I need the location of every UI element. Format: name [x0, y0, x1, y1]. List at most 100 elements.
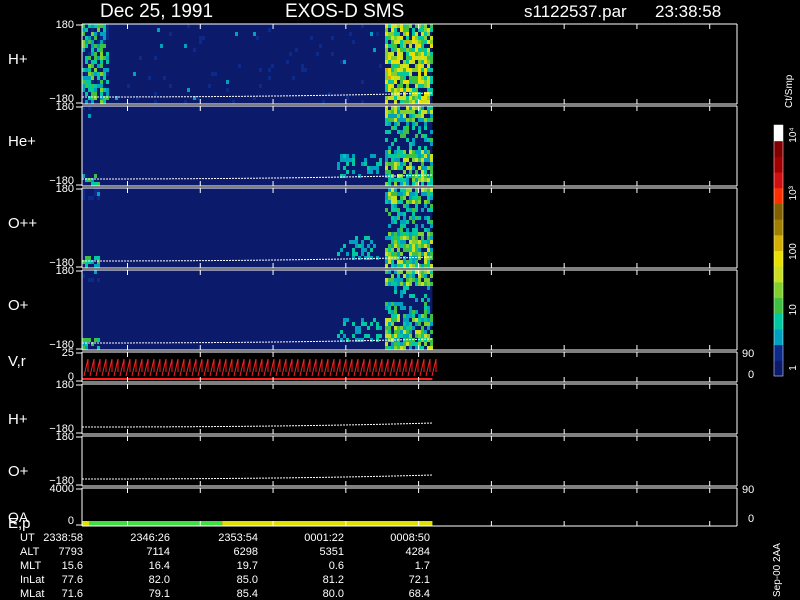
spectrogram-cell [397, 114, 400, 118]
spectrogram-cell [406, 244, 409, 248]
spectrogram-cell [412, 294, 415, 298]
spectrogram-cell [418, 64, 421, 68]
spectrogram-cell [301, 64, 304, 68]
spectrogram-cell [424, 150, 427, 154]
spectrogram-cell [100, 36, 103, 40]
spectrogram-cell [424, 264, 427, 268]
spectrogram-cell [379, 162, 382, 166]
spectrogram-cell [400, 118, 403, 122]
spectrogram-cell [418, 240, 421, 244]
colorbar-swatch [774, 344, 783, 361]
panel-5: H+180−180 [8, 379, 738, 435]
spectrogram-cell [409, 232, 412, 236]
spectrogram-cell [421, 110, 424, 114]
spectrogram-cell [430, 322, 433, 326]
spectrogram-cell [100, 80, 103, 84]
spectrogram-cell [400, 282, 403, 286]
spectrogram-cell [427, 118, 430, 122]
spectrogram-cell [343, 166, 346, 170]
spectrogram-cell [400, 270, 403, 274]
spectrogram-cell [427, 346, 430, 350]
spectrogram-cell [187, 24, 190, 28]
spectrogram-cell [418, 158, 421, 162]
spectrogram-cell [169, 32, 172, 36]
spectrogram-cell [403, 126, 406, 130]
spectrogram-cell [391, 24, 394, 28]
spectrogram-cell [385, 208, 388, 212]
spectrogram-cell [403, 326, 406, 330]
spectrogram-cell [424, 342, 427, 346]
spectrogram-cell [394, 220, 397, 224]
spectrogram-cell [94, 48, 97, 52]
spectrogram-cell [388, 346, 391, 350]
spectrogram-cell [430, 204, 433, 208]
spectrogram-cell [97, 278, 100, 282]
spectrogram-cell [412, 36, 415, 40]
spectrogram-cell [424, 204, 427, 208]
spectrogram-cell [367, 236, 370, 240]
spectrogram-cell [418, 48, 421, 52]
spectrogram-cell [424, 252, 427, 256]
spectrogram-cell [397, 56, 400, 60]
spectrogram-cell [388, 68, 391, 72]
spectrogram-cell [421, 134, 424, 138]
spectrogram-cell [88, 72, 91, 76]
spectrogram-cell [394, 286, 397, 290]
spectrogram-cell [349, 240, 352, 244]
spectrogram-cell [424, 282, 427, 286]
spectrogram-cell [100, 72, 103, 76]
spectrogram-cell [409, 294, 412, 298]
spectrogram-cell [415, 270, 418, 274]
spectrogram-cell [412, 264, 415, 268]
spectrogram-cell [412, 76, 415, 80]
spectrogram-cell [400, 76, 403, 80]
spectrogram-cell [412, 150, 415, 154]
spectrogram-cell [394, 188, 397, 192]
pitch-angle-trace [81, 474, 433, 480]
spectrogram-cell [412, 114, 415, 118]
spectrogram-cell [394, 166, 397, 170]
spectrogram-cell [400, 330, 403, 334]
spectrogram-cell [391, 248, 394, 252]
spectrogram-cell [421, 64, 424, 68]
spectrogram-cell [397, 40, 400, 44]
spectrogram-cell [337, 334, 340, 338]
spectrogram-cell [412, 260, 415, 264]
spectrogram-cell [391, 322, 394, 326]
spectrogram-cell [406, 326, 409, 330]
spectrogram-cell [391, 318, 394, 322]
y-tick-top: 180 [56, 379, 74, 391]
y-tick-right-bottom: 0 [748, 513, 754, 525]
spectrogram-cell [385, 200, 388, 204]
spectrogram-cell [400, 68, 403, 72]
spectrogram-cell [106, 88, 109, 92]
spectrogram-cell [88, 24, 91, 28]
spectrogram-cell [370, 166, 373, 170]
spectrogram-cell [415, 24, 418, 28]
spectrogram-cell [106, 28, 109, 32]
spectrogram-cell [97, 196, 100, 200]
spectrogram-cell [97, 80, 100, 84]
spectrogram-cell [385, 68, 388, 72]
spectrogram-cell [376, 326, 379, 330]
spectrogram-cell [397, 106, 400, 110]
spectrogram-cell [406, 72, 409, 76]
spectrogram-cell [97, 44, 100, 48]
spectrogram-cell [415, 92, 418, 96]
spectrogram-cell [403, 100, 406, 104]
spectrogram-cell [385, 44, 388, 48]
spectrogram-cell [397, 216, 400, 220]
spectrogram-cell [400, 346, 403, 350]
spectrogram-cell [352, 40, 355, 44]
spectrogram-cell [94, 36, 97, 40]
spectrogram-cell [397, 302, 400, 306]
spectrogram-cell [415, 216, 418, 220]
spectrogram-cell [394, 178, 397, 182]
spectrogram-cell [400, 334, 403, 338]
spectrogram-cell [427, 334, 430, 338]
spectrogram-cell [91, 80, 94, 84]
spectrogram-cell [103, 92, 106, 96]
spectrogram-cell [403, 154, 406, 158]
spectrogram-cell [352, 322, 355, 326]
spectrogram-cell [388, 232, 391, 236]
